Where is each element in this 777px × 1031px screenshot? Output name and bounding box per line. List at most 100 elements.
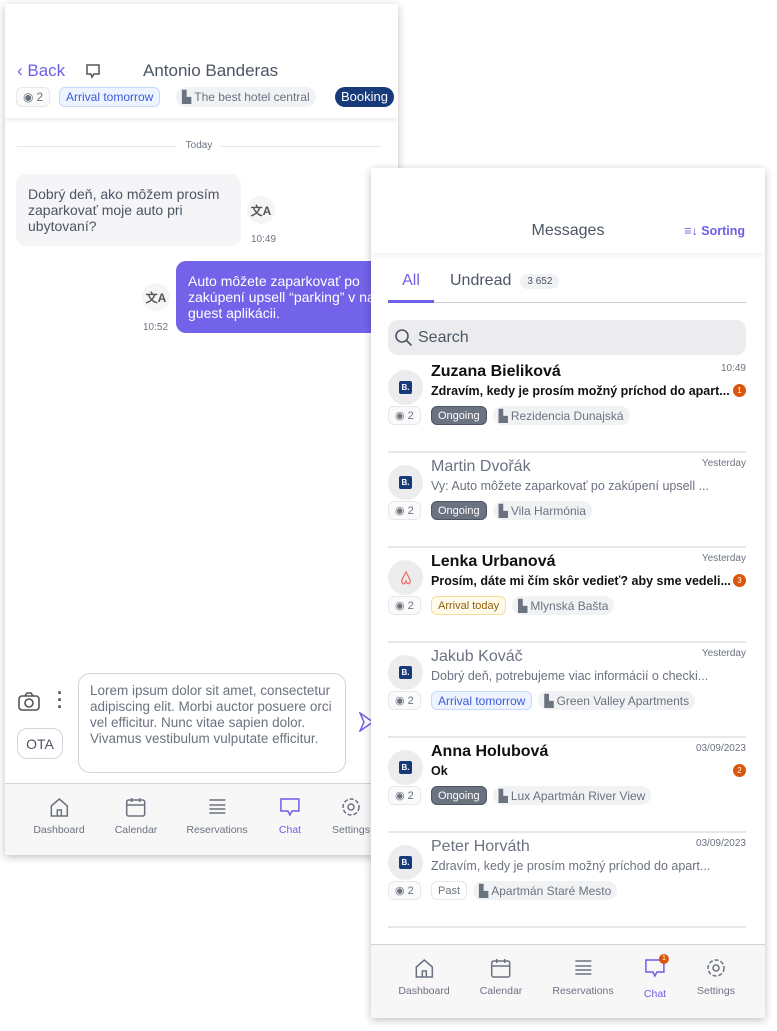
building-icon: ▙ bbox=[498, 503, 508, 518]
tab-all[interactable]: All bbox=[388, 261, 434, 303]
property-name: Vila Harmónia bbox=[510, 503, 586, 518]
message-outgoing: Auto môžete zaparkovať po zakúpení upsel… bbox=[176, 261, 398, 333]
list-icon bbox=[575, 960, 591, 975]
nav-chat[interactable]: Chat bbox=[279, 796, 301, 836]
camera-icon[interactable] bbox=[18, 692, 40, 712]
nav-label: Chat bbox=[278, 824, 302, 836]
building-icon: ▙ bbox=[182, 90, 192, 104]
guests-chip: ◉ 2 bbox=[388, 596, 421, 615]
guests-count: 2 bbox=[407, 884, 414, 897]
guests-count: 2 bbox=[407, 409, 414, 422]
bottom-nav: Dashboard Calendar Reservations Chat Set… bbox=[5, 783, 398, 855]
tab-unread[interactable]: Undread 3 652 bbox=[450, 272, 560, 290]
message-time: Yesterday bbox=[701, 553, 746, 564]
person-icon: ◉ bbox=[395, 789, 405, 802]
guests-chip: ◉ 2 bbox=[388, 786, 421, 805]
chat-bubble-icon[interactable] bbox=[85, 63, 101, 79]
property-name: Mlynská Bašta bbox=[530, 598, 609, 613]
guests-count: 2 bbox=[407, 504, 414, 517]
booking-logo-icon: B. bbox=[399, 761, 412, 774]
channel-avatar bbox=[388, 560, 423, 595]
channel-chip: Booking bbox=[335, 87, 394, 107]
contact-name: Zuzana Bieliková bbox=[431, 363, 561, 380]
conversation-item[interactable]: B. Anna Holubová Ok 03/09/2023 2 ◉ 2 Ongo… bbox=[388, 738, 746, 833]
translate-icon[interactable]: 文A bbox=[247, 196, 275, 224]
more-options-icon[interactable]: · · · bbox=[57, 684, 63, 716]
home-icon bbox=[415, 959, 433, 978]
guest-name: Antonio Banderas bbox=[143, 61, 279, 80]
guests-chip: ◉ 2 bbox=[16, 87, 51, 107]
nav-calendar[interactable]: Calendar bbox=[115, 796, 157, 836]
sorting-button[interactable]: ≡↓ Sorting bbox=[684, 224, 745, 238]
channel-avatar: B. bbox=[388, 845, 423, 880]
property-chip: ▙ Green Valley Apartments bbox=[538, 691, 696, 710]
airbnb-icon bbox=[400, 570, 411, 585]
guests-count: 2 bbox=[407, 789, 414, 802]
tab-label: Undread bbox=[450, 272, 512, 289]
search-icon bbox=[395, 328, 413, 346]
guests-chip: ◉ 2 bbox=[388, 406, 421, 425]
unread-badge: 1 bbox=[733, 384, 746, 397]
message-time: Yesterday bbox=[701, 648, 746, 659]
hotel-chip: ▙ The best hotel central bbox=[176, 87, 316, 107]
bottom-nav: Dashboard Calendar Reservations 1 Chat Se… bbox=[371, 944, 765, 1018]
unread-badge: 2 bbox=[733, 764, 746, 777]
nav-label: Reservations bbox=[186, 824, 248, 836]
contact-name: Anna Holubová bbox=[431, 743, 549, 760]
nav-calendar[interactable]: Calendar bbox=[480, 957, 522, 997]
gear-icon bbox=[707, 959, 725, 977]
translate-icon[interactable]: 文A bbox=[142, 283, 170, 311]
message-incoming: Dobrý deň, ako môžem prosím zaparkovať m… bbox=[16, 174, 241, 246]
property-chip: ▙ Vila Harmónia bbox=[492, 501, 592, 520]
back-button[interactable]: ‹ Back bbox=[17, 61, 65, 81]
hotel-name: The best hotel central bbox=[194, 90, 310, 104]
message-input[interactable]: Lorem ipsum dolor sit amet, consectetur … bbox=[78, 673, 346, 773]
building-icon: ▙ bbox=[479, 883, 489, 898]
contact-name: Martin Dvořák bbox=[431, 458, 531, 475]
status-badge: Ongoing bbox=[431, 406, 487, 425]
tabs: All Undread 3 652 bbox=[388, 261, 746, 303]
message-preview: Zdravím, kedy je prosím možný príchod do… bbox=[431, 859, 711, 873]
guests-count: 2 bbox=[407, 599, 414, 612]
message-time: 03/09/2023 bbox=[695, 838, 746, 849]
building-icon: ▙ bbox=[498, 408, 508, 423]
messages-header: Messages ≡↓ Sorting bbox=[371, 168, 765, 253]
person-icon: ◉ bbox=[395, 884, 405, 897]
status-badge: Arrival tomorrow bbox=[431, 691, 533, 710]
booking-logo-icon: B. bbox=[399, 381, 412, 394]
property-name: Apartmán Staré Mesto bbox=[491, 883, 612, 898]
nav-label: Chat bbox=[643, 988, 667, 1000]
nav-label: Settings bbox=[332, 824, 370, 836]
message-preview: Prosím, dáte mi čím skôr vedieť? aby sme… bbox=[431, 574, 731, 588]
building-icon: ▙ bbox=[544, 693, 554, 708]
nav-chat[interactable]: 1 Chat bbox=[643, 954, 669, 1000]
message-time: 10:49 bbox=[251, 234, 277, 245]
ota-button[interactable]: OTA bbox=[17, 728, 63, 759]
status-badge: Past bbox=[431, 881, 468, 900]
conversation-item[interactable]: B. Peter Horváth Zdravím, kedy je prosím… bbox=[388, 833, 746, 928]
chat-badge: 1 bbox=[659, 954, 669, 964]
building-icon: ▙ bbox=[518, 598, 528, 613]
conversation-item[interactable]: Lenka Urbanová Prosím, dáte mi čím skôr … bbox=[388, 548, 746, 643]
nav-dashboard[interactable]: Dashboard bbox=[398, 957, 450, 997]
nav-reservations[interactable]: Reservations bbox=[552, 957, 614, 997]
home-icon bbox=[50, 798, 68, 817]
property-chip: ▙ Mlynská Bašta bbox=[512, 596, 615, 615]
calendar-icon bbox=[126, 798, 146, 817]
message-preview: Vy: Auto môžete zaparkovať po zakúpení u… bbox=[431, 479, 709, 493]
conversation-item[interactable]: B. Martin Dvořák Vy: Auto môžete zaparko… bbox=[388, 453, 746, 548]
list-icon bbox=[209, 799, 225, 814]
property-name: Green Valley Apartments bbox=[556, 693, 690, 708]
nav-settings[interactable]: Settings bbox=[697, 957, 735, 997]
conversation-item[interactable]: B. Jakub Kováč Dobrý deň, potrebujeme vi… bbox=[388, 643, 746, 738]
chat-icon bbox=[280, 798, 300, 817]
message-time: 03/09/2023 bbox=[695, 743, 746, 754]
nav-dashboard[interactable]: Dashboard bbox=[33, 796, 85, 836]
nav-reservations[interactable]: Reservations bbox=[186, 796, 248, 836]
guests-count: 2 bbox=[36, 90, 44, 104]
conversation-item[interactable]: B. Zuzana Bieliková Zdravím, kedy je pro… bbox=[388, 358, 746, 453]
nav-settings[interactable]: Settings bbox=[332, 796, 370, 836]
nav-label: Dashboard bbox=[398, 985, 450, 997]
search-input[interactable]: Search bbox=[388, 320, 746, 355]
chat-header: ‹ Back Antonio Banderas ◉ 2 Arrival tomor… bbox=[5, 4, 398, 118]
